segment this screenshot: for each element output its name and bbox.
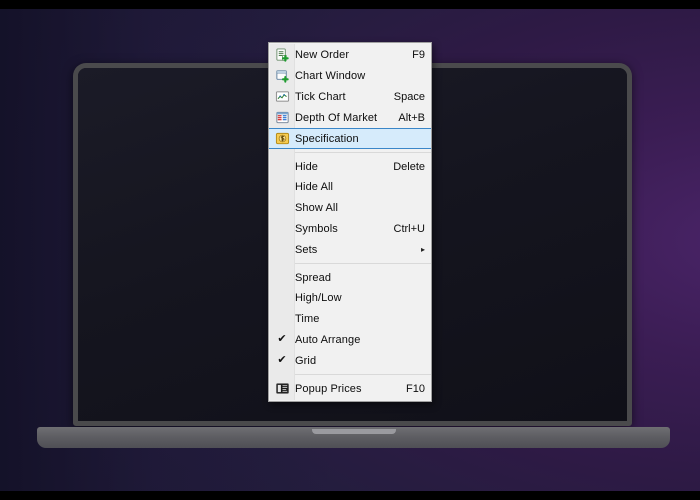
menu-item-specification[interactable]: Specification [269, 128, 431, 150]
menu-item-icon-slot [269, 157, 295, 177]
menu-item-icon-slot [269, 177, 295, 197]
menu-item-shortcut: Delete [393, 160, 425, 173]
chart-window-icon [269, 66, 295, 86]
menu-item-icon-slot [269, 198, 295, 218]
menu-item-symbols[interactable]: Symbols Ctrl+U [269, 219, 431, 240]
menu-item-icon-slot [269, 309, 295, 329]
submenu-arrow-icon: ▸ [420, 244, 425, 254]
menu-item-icon-slot [269, 240, 295, 260]
menu-item-label: Hide All [295, 181, 334, 194]
menu-item-list: New Order F9 Chart Window Tick Chart Space De… [269, 45, 431, 399]
menu-item-label: Time [295, 313, 320, 326]
menu-item-label: Tick Chart [295, 90, 346, 103]
menu-item-hide[interactable]: Hide Delete [269, 156, 431, 177]
menu-item-icon-slot [269, 288, 295, 308]
screenshot-scene: New Order F9 Chart Window Tick Chart Space De… [0, 0, 700, 500]
menu-item-label: Popup Prices [295, 382, 362, 395]
menu-item-time[interactable]: Time [269, 309, 431, 330]
menu-separator [295, 152, 431, 154]
check-icon: ✔ [277, 333, 287, 346]
menu-item-icon-slot [269, 268, 295, 288]
market-watch-context-menu[interactable]: New Order F9 Chart Window Tick Chart Space De… [268, 42, 432, 402]
menu-item-label: New Order [295, 49, 350, 62]
menu-item-grid[interactable]: ✔ Grid [269, 350, 431, 371]
menu-item-label: Depth Of Market [295, 111, 378, 124]
menu-item-hide-all[interactable]: Hide All [269, 177, 431, 198]
menu-item-auto-arrange[interactable]: ✔ Auto Arrange [269, 330, 431, 351]
menu-separator [295, 263, 431, 265]
check-icon: ✔ [277, 354, 287, 367]
menu-item-shortcut: F9 [412, 49, 425, 62]
menu-item-depth-of-market[interactable]: Depth Of Market Alt+B [269, 107, 431, 128]
menu-item-shortcut: Ctrl+U [393, 222, 425, 235]
menu-item-label: Auto Arrange [295, 333, 361, 346]
new-order-icon [269, 45, 295, 65]
menu-item-icon-slot [269, 219, 295, 239]
menu-item-label: Grid [295, 354, 317, 367]
menu-item-label: Hide [295, 160, 319, 173]
tick-chart-icon [269, 87, 295, 107]
menu-item-label: Spread [295, 271, 332, 284]
menu-item-label: Symbols [295, 222, 338, 235]
laptop-base-lip [312, 429, 396, 434]
menu-item-popup-prices[interactable]: Popup Prices F10 [269, 378, 431, 399]
menu-item-shortcut: F10 [406, 382, 425, 395]
menu-separator [295, 374, 431, 376]
menu-item-spread[interactable]: Spread [269, 267, 431, 288]
menu-item-tick-chart[interactable]: Tick Chart Space [269, 87, 431, 108]
menu-item-label: Chart Window [295, 70, 366, 83]
menu-item-chart-window[interactable]: Chart Window [269, 66, 431, 87]
menu-item-label: Show All [295, 202, 338, 215]
menu-item-label: Specification [295, 132, 359, 145]
menu-item-show-all[interactable]: Show All [269, 198, 431, 219]
menu-item-high-low[interactable]: High/Low [269, 288, 431, 309]
menu-item-shortcut: Space [393, 90, 425, 103]
menu-item-label: High/Low [295, 292, 342, 305]
depth-of-market-icon [269, 108, 295, 128]
specification-icon [269, 129, 295, 149]
popup-prices-icon [269, 379, 295, 399]
menu-item-shortcut: Alt+B [398, 111, 425, 124]
menu-item-new-order[interactable]: New Order F9 [269, 45, 431, 66]
menu-item-label: Sets [295, 243, 318, 256]
menu-item-sets[interactable]: Sets ▸ [269, 239, 431, 260]
